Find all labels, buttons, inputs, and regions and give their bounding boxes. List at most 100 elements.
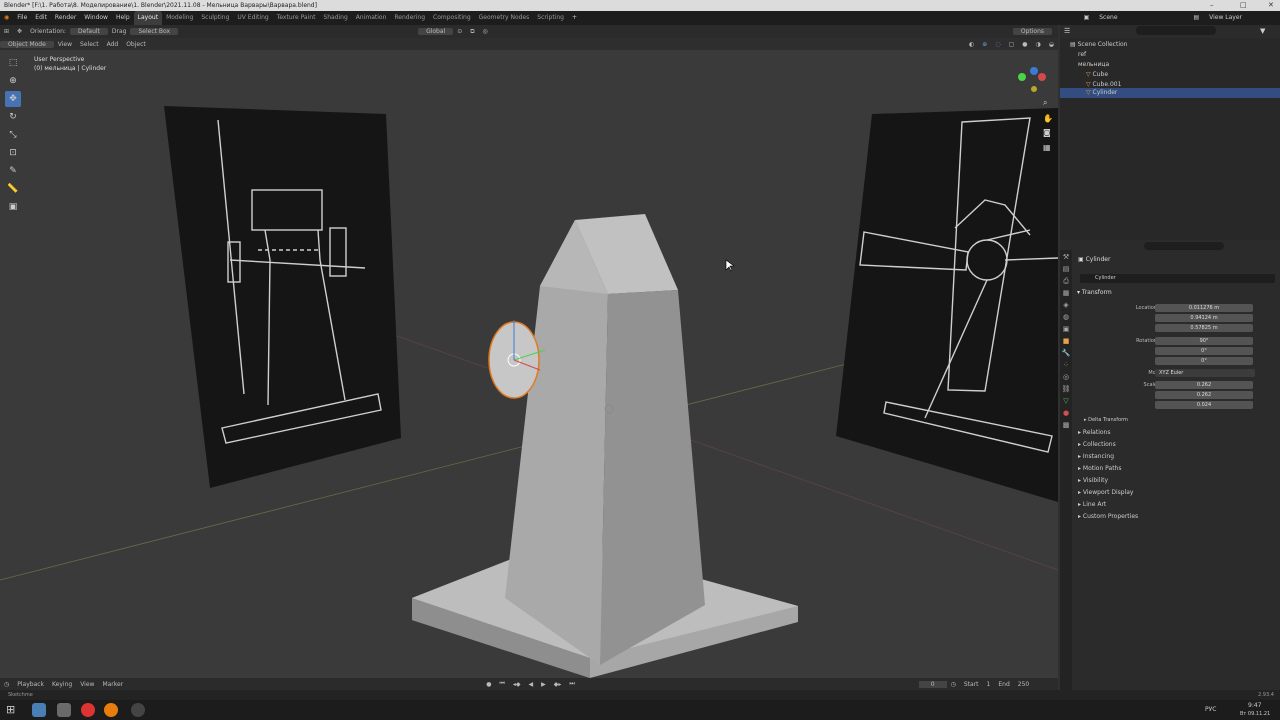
jump-start-icon[interactable]: ⏮: [495, 680, 508, 688]
windows-start-icon[interactable]: ⊞: [6, 703, 20, 717]
particles-tab-icon[interactable]: ⁘: [1061, 360, 1071, 370]
menu-edit[interactable]: Edit: [31, 11, 51, 25]
editor-type-icon[interactable]: ⊞: [0, 28, 13, 35]
editor-type-icon[interactable]: ☰: [1064, 27, 1070, 35]
texture-tab-icon[interactable]: ▩: [1061, 420, 1071, 430]
start-frame-field[interactable]: 1: [983, 681, 995, 688]
transform-tool-icon[interactable]: ⊡: [5, 145, 21, 161]
properties-search-input[interactable]: [1144, 242, 1224, 250]
tab-sculpting[interactable]: Sculpting: [197, 11, 233, 25]
next-keyframe-icon[interactable]: ◆▸: [550, 681, 566, 688]
tab-layout[interactable]: Layout: [133, 11, 163, 25]
obs-icon[interactable]: [131, 703, 145, 717]
current-frame-field[interactable]: 0: [918, 680, 947, 688]
modifier-tab-icon[interactable]: 🔧: [1061, 348, 1071, 358]
panel-visibility[interactable]: ▸ Visibility: [1078, 477, 1108, 484]
shading-solid-icon[interactable]: ●: [1018, 41, 1031, 48]
constraints-tab-icon[interactable]: ⛓: [1061, 384, 1071, 394]
clock-date[interactable]: Вт 09.11.21: [1240, 711, 1270, 717]
tab-modeling[interactable]: Modeling: [162, 11, 197, 25]
options-dropdown[interactable]: Options: [1012, 28, 1052, 35]
measure-tool-icon[interactable]: 📏: [5, 181, 21, 197]
menu-keying[interactable]: Keying: [48, 681, 76, 688]
output-tab-icon[interactable]: ⎙: [1061, 276, 1071, 286]
blender-taskbar-icon[interactable]: [104, 703, 118, 717]
overlay-toggle-icon[interactable]: ◌: [991, 41, 1004, 48]
menu-render[interactable]: Render: [51, 11, 80, 25]
app-icon[interactable]: [57, 703, 71, 717]
render-tab-icon[interactable]: ▤: [1061, 264, 1071, 274]
tab-rendering[interactable]: Rendering: [390, 11, 429, 25]
snap-icon[interactable]: ⧉: [466, 28, 478, 36]
yandex-browser-icon[interactable]: [81, 703, 95, 717]
tab-scripting[interactable]: Scripting: [533, 11, 568, 25]
object-name-field[interactable]: Cylinder: [1080, 274, 1275, 283]
panel-relations[interactable]: ▸ Relations: [1078, 429, 1110, 436]
outliner-row-mill[interactable]: мельница: [1060, 60, 1280, 70]
move-tool-icon[interactable]: ✥: [5, 91, 21, 107]
tab-uv-editing[interactable]: UV Editing: [233, 11, 272, 25]
outliner-search-input[interactable]: [1136, 26, 1216, 35]
orientation-dropdown[interactable]: Default: [69, 28, 108, 35]
menu-object[interactable]: Object: [122, 41, 150, 48]
play-reverse-icon[interactable]: ◀: [524, 681, 537, 688]
xray-icon[interactable]: ▢: [1005, 41, 1019, 48]
scale-x-field[interactable]: 0.262: [1155, 381, 1253, 389]
add-cube-tool-icon[interactable]: ▣: [5, 199, 21, 215]
view-layer-tab-icon[interactable]: ▦: [1061, 288, 1071, 298]
panel-viewport-display[interactable]: ▸ Viewport Display: [1078, 489, 1133, 496]
tab-compositing[interactable]: Compositing: [429, 11, 475, 25]
scale-y-field[interactable]: 0.262: [1155, 391, 1253, 399]
data-tab-icon[interactable]: ▽: [1061, 396, 1071, 406]
menu-view[interactable]: View: [76, 681, 98, 688]
outliner-root[interactable]: ▤ Scene Collection: [1060, 40, 1280, 50]
menu-marker[interactable]: Marker: [98, 681, 127, 688]
mode-dropdown[interactable]: Object Mode: [0, 40, 54, 48]
gizmo-z-axis[interactable]: [1030, 67, 1038, 75]
menu-add[interactable]: Add: [103, 41, 123, 48]
scale-z-field[interactable]: 0.024: [1155, 401, 1253, 409]
transform-orientation-dropdown[interactable]: Global: [418, 28, 454, 35]
clock-time[interactable]: 9:47: [1248, 702, 1261, 709]
physics-tab-icon[interactable]: ◎: [1061, 372, 1071, 382]
tab-texture-paint[interactable]: Texture Paint: [273, 11, 320, 25]
language-indicator[interactable]: РУС: [1205, 706, 1216, 713]
play-icon[interactable]: ▶: [537, 681, 550, 688]
prev-keyframe-icon[interactable]: ◂◆: [509, 681, 525, 688]
menu-playback[interactable]: Playback: [13, 681, 48, 688]
panel-line-art[interactable]: ▸ Line Art: [1078, 501, 1106, 508]
minimize-icon[interactable]: –: [1210, 0, 1214, 11]
rotation-z-field[interactable]: 0°: [1155, 357, 1253, 365]
jump-end-icon[interactable]: ⏭: [565, 680, 578, 688]
menu-file[interactable]: File: [13, 11, 31, 25]
scale-tool-icon[interactable]: ⤡: [5, 127, 21, 143]
location-x-field[interactable]: 0.011276 m: [1155, 304, 1253, 312]
location-z-field[interactable]: 0.57825 m: [1155, 324, 1253, 332]
rotation-y-field[interactable]: 0°: [1155, 347, 1253, 355]
outliner-row-ref[interactable]: ref: [1060, 50, 1280, 60]
menu-window[interactable]: Window: [80, 11, 112, 25]
zoom-icon[interactable]: ⌕: [1043, 98, 1047, 107]
material-tab-icon[interactable]: ●: [1061, 408, 1071, 418]
proportional-edit-icon[interactable]: ◎: [479, 28, 492, 35]
collection-tab-icon[interactable]: ▣: [1061, 324, 1071, 334]
panel-custom-properties[interactable]: ▸ Custom Properties: [1078, 513, 1138, 520]
transform-panel-header[interactable]: ▾ Transform: [1077, 289, 1112, 296]
panel-instancing[interactable]: ▸ Instancing: [1078, 453, 1114, 460]
scene-tab-icon[interactable]: ◈: [1061, 300, 1071, 310]
file-explorer-icon[interactable]: [32, 703, 46, 717]
select-tool-icon[interactable]: ⬚: [5, 55, 21, 71]
tool-tab-icon[interactable]: ⚒: [1061, 252, 1071, 262]
ortho-grid-icon[interactable]: ▦: [1043, 143, 1051, 152]
maximize-icon[interactable]: □: [1240, 0, 1247, 11]
panel-collections[interactable]: ▸ Collections: [1078, 441, 1116, 448]
3d-viewport[interactable]: [0, 50, 1058, 678]
preview-range-icon[interactable]: ◷: [947, 681, 960, 688]
location-y-field[interactable]: 0.94124 m: [1155, 314, 1253, 322]
pivot-icon[interactable]: ⊙: [453, 28, 466, 35]
gizmo-toggle-icon[interactable]: ⊕: [978, 41, 991, 48]
panel-motion-paths[interactable]: ▸ Motion Paths: [1078, 465, 1121, 472]
scene-selector[interactable]: ▣ Scene: [1076, 11, 1126, 25]
world-tab-icon[interactable]: ◍: [1061, 312, 1071, 322]
rotation-mode-dropdown[interactable]: XYZ Euler: [1155, 369, 1255, 377]
